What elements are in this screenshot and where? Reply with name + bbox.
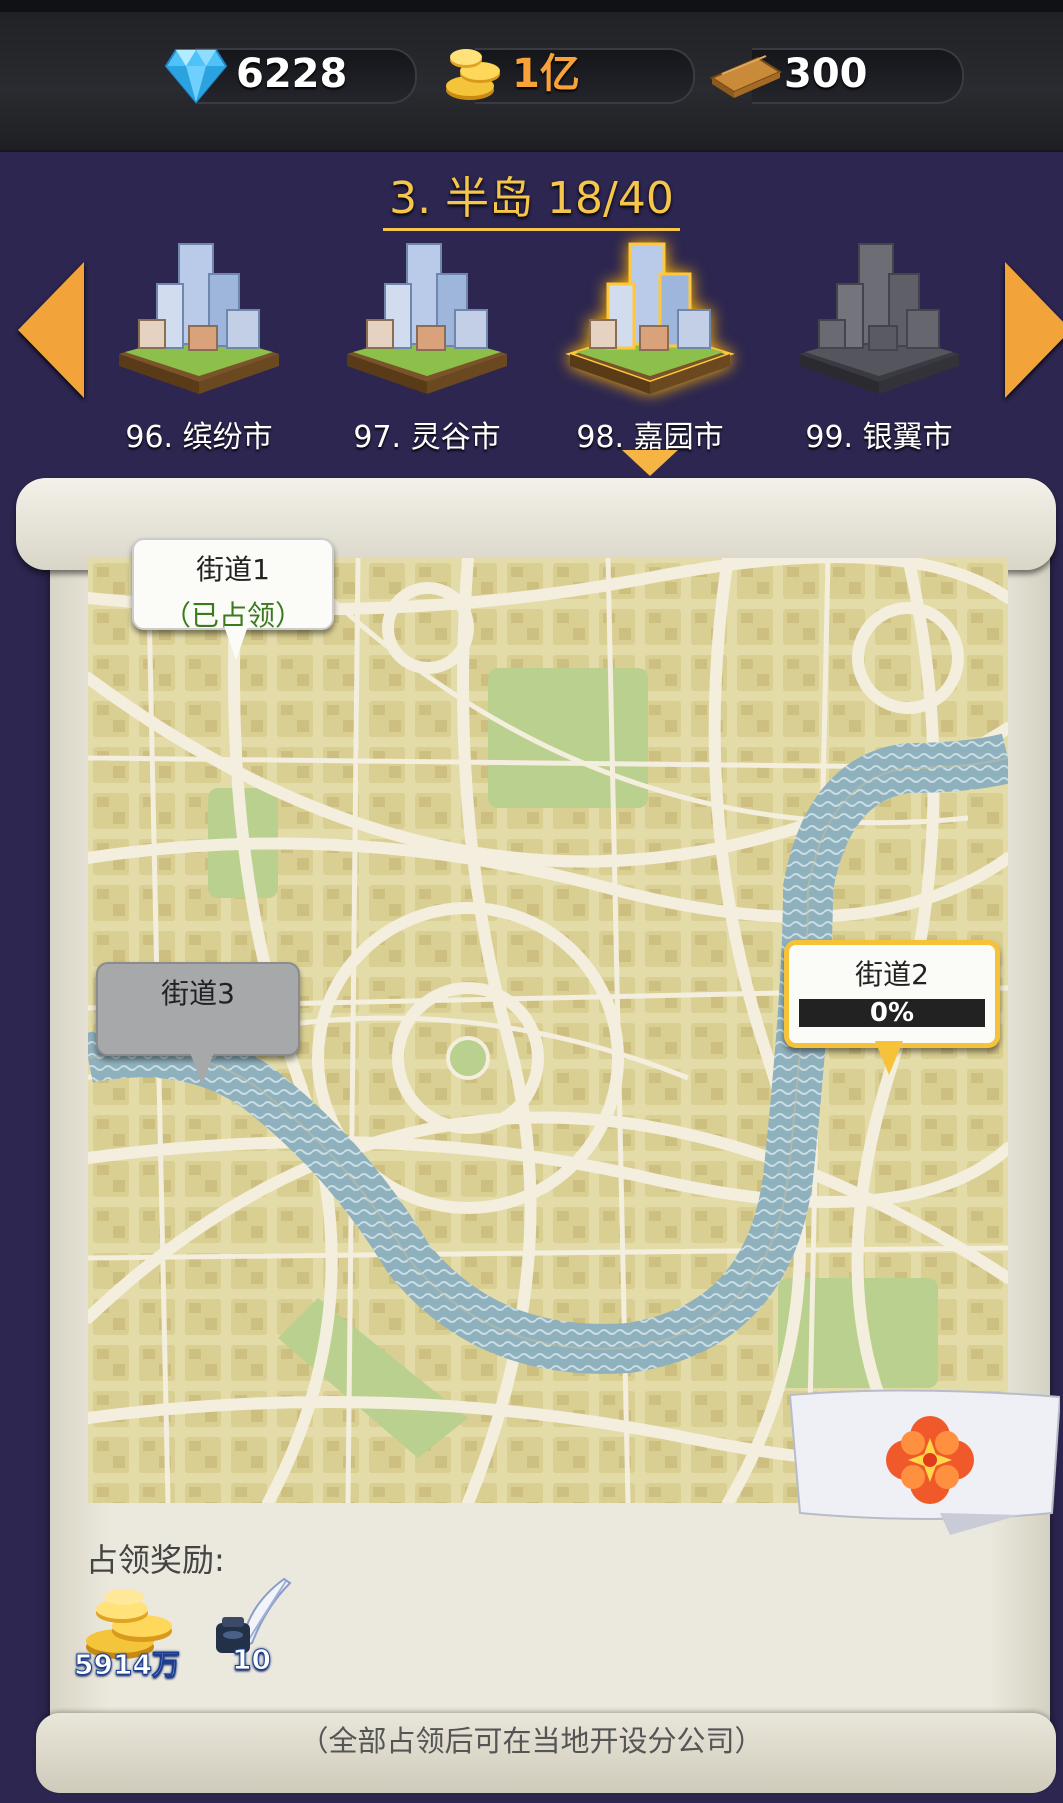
street-2-progress: 0% (799, 999, 985, 1027)
next-city-arrow[interactable] (1005, 262, 1063, 398)
reward-ink-quill[interactable]: 10 (206, 1577, 316, 1685)
city-icon-97[interactable] (337, 234, 517, 404)
street-3-marker-locked[interactable]: 街道3 (96, 962, 300, 1086)
street-1-status: （已占领） (162, 599, 303, 632)
gold-coins-icon (446, 49, 500, 100)
coin-count: 1亿 (512, 51, 580, 97)
street-1-marker[interactable]: 街道1 （已占领） (132, 538, 334, 660)
gem-count: 6228 (236, 51, 348, 97)
city-icon-96[interactable] (109, 234, 289, 404)
reward-coins-qty: 5914万 (74, 1648, 181, 1682)
region-title-text: 3. 半岛 18/40 (383, 173, 680, 231)
city-label-99[interactable]: 99. 银翼市 (764, 412, 994, 456)
footer-note: （全部占领后可在当地开设分公司） (299, 1724, 764, 1758)
city-label-97[interactable]: 97. 灵谷市 (312, 412, 542, 456)
reward-label: 占领奖励: (86, 1541, 225, 1579)
street-2-marker[interactable]: 街道2 0% (784, 940, 1000, 1075)
wood-count: 300 (784, 51, 868, 97)
city-icon-99-locked[interactable] (789, 234, 969, 404)
street-1-name: 街道1 (196, 553, 270, 586)
resource-bar: 6228 1亿 300 (0, 0, 1063, 152)
street-2-name: 街道2 (855, 958, 929, 991)
city-label-96[interactable]: 96. 缤纷市 (84, 412, 314, 456)
city-icon-98-selected[interactable] (560, 234, 740, 404)
coin-counter-bg (475, 48, 695, 104)
reward-ink-quill-qty: 10 (232, 1643, 272, 1677)
previous-city-arrow[interactable] (18, 262, 84, 398)
company-flag-emblem[interactable] (790, 1385, 1060, 1535)
street-3-name: 街道3 (161, 977, 235, 1010)
diamond-icon (164, 49, 228, 104)
selected-city-indicator (622, 450, 678, 476)
reward-coins[interactable]: 5914万 (74, 1585, 184, 1685)
region-title[interactable]: 3. 半岛 18/40 (0, 162, 1063, 231)
wood-planks-icon (709, 55, 783, 98)
